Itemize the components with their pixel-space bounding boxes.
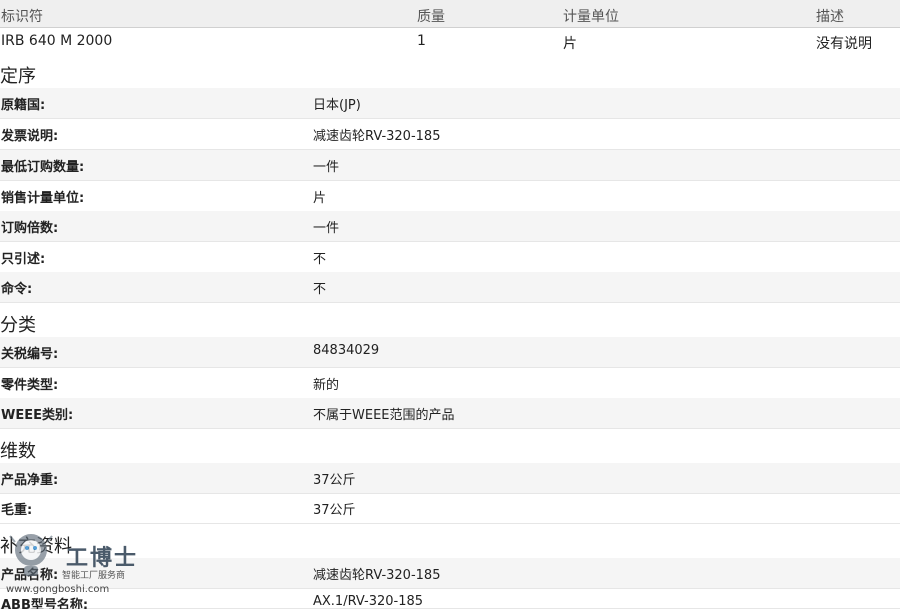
row-label: ABB型号名称: [1,598,89,609]
row-value: 新的 [313,378,340,393]
table-row: 原籍国: 日本(JP) [0,88,900,119]
quantity-value: 1 [417,33,426,49]
table-row: 只引述: 不 [0,242,900,273]
table-row: 订购倍数: 一件 [0,211,900,242]
row-label: 只引述: [1,252,46,267]
table-row: 发票说明: 减速齿轮RV-320-185 [0,119,900,150]
row-value: 一件 [313,221,340,236]
table-row: WEEE类别: 不属于WEEE范围的产品 [0,398,900,429]
row-value: 减速齿轮RV-320-185 [313,568,441,583]
row-label: 产品净重: [1,473,59,488]
table-row: 零件类型: 新的 [0,368,900,399]
row-value: 减速齿轮RV-320-185 [313,129,441,144]
row-label: 销售计量单位: [1,191,85,206]
row-value: 日本(JP) [313,98,361,113]
row-value: 一件 [313,160,340,175]
section-title-additional: 补充资料 [0,536,72,557]
row-label: 关税编号: [1,347,59,362]
table-row: 产品净重: 37公斤 [0,463,900,494]
row-value: 不属于WEEE范围的产品 [313,408,455,423]
table-header: 标识符 质量 计量单位 描述 [0,0,900,28]
section-title-classification: 分类 [0,315,36,336]
description-value: 没有说明 [816,36,872,52]
row-value: 不 [313,252,327,267]
row-value: AX.1/RV-320-185 [313,594,424,609]
section-title-ordering: 定序 [0,66,36,87]
identifier-row: IRB 640 M 2000 1 片 没有说明 [0,28,900,53]
row-label: 发票说明: [1,129,59,144]
table-row: 命令: 不 [0,272,900,303]
table-row: 关税编号: 84834029 [0,337,900,368]
row-label: 最低订购数量: [1,160,85,175]
row-label: 产品名称: [1,568,59,583]
row-label: 毛重: [1,503,33,518]
row-label: WEEE类别: [1,408,74,423]
row-value: 不 [313,282,327,297]
header-identifier: 标识符 [1,9,43,25]
row-label: 订购倍数: [1,221,59,236]
unit-value: 片 [563,36,577,52]
table-row: 销售计量单位: 片 [0,181,900,212]
row-value: 84834029 [313,343,380,358]
identifier-value: IRB 640 M 2000 [1,33,113,49]
row-label: 命令: [1,282,33,297]
table-row: ABB型号名称: AX.1/RV-320-185 [0,589,900,609]
section-title-dimensions: 维数 [0,441,36,462]
table-row: 产品名称: 减速齿轮RV-320-185 [0,558,900,589]
row-value: 片 [313,191,327,206]
row-label: 零件类型: [1,378,59,393]
header-unit: 计量单位 [563,9,619,25]
table-row: 毛重: 37公斤 [0,493,900,524]
row-label: 原籍国: [1,98,46,113]
row-value: 37公斤 [313,473,356,488]
header-description: 描述 [816,9,844,25]
header-quantity: 质量 [417,9,445,25]
row-value: 37公斤 [313,503,356,518]
table-row: 最低订购数量: 一件 [0,150,900,181]
